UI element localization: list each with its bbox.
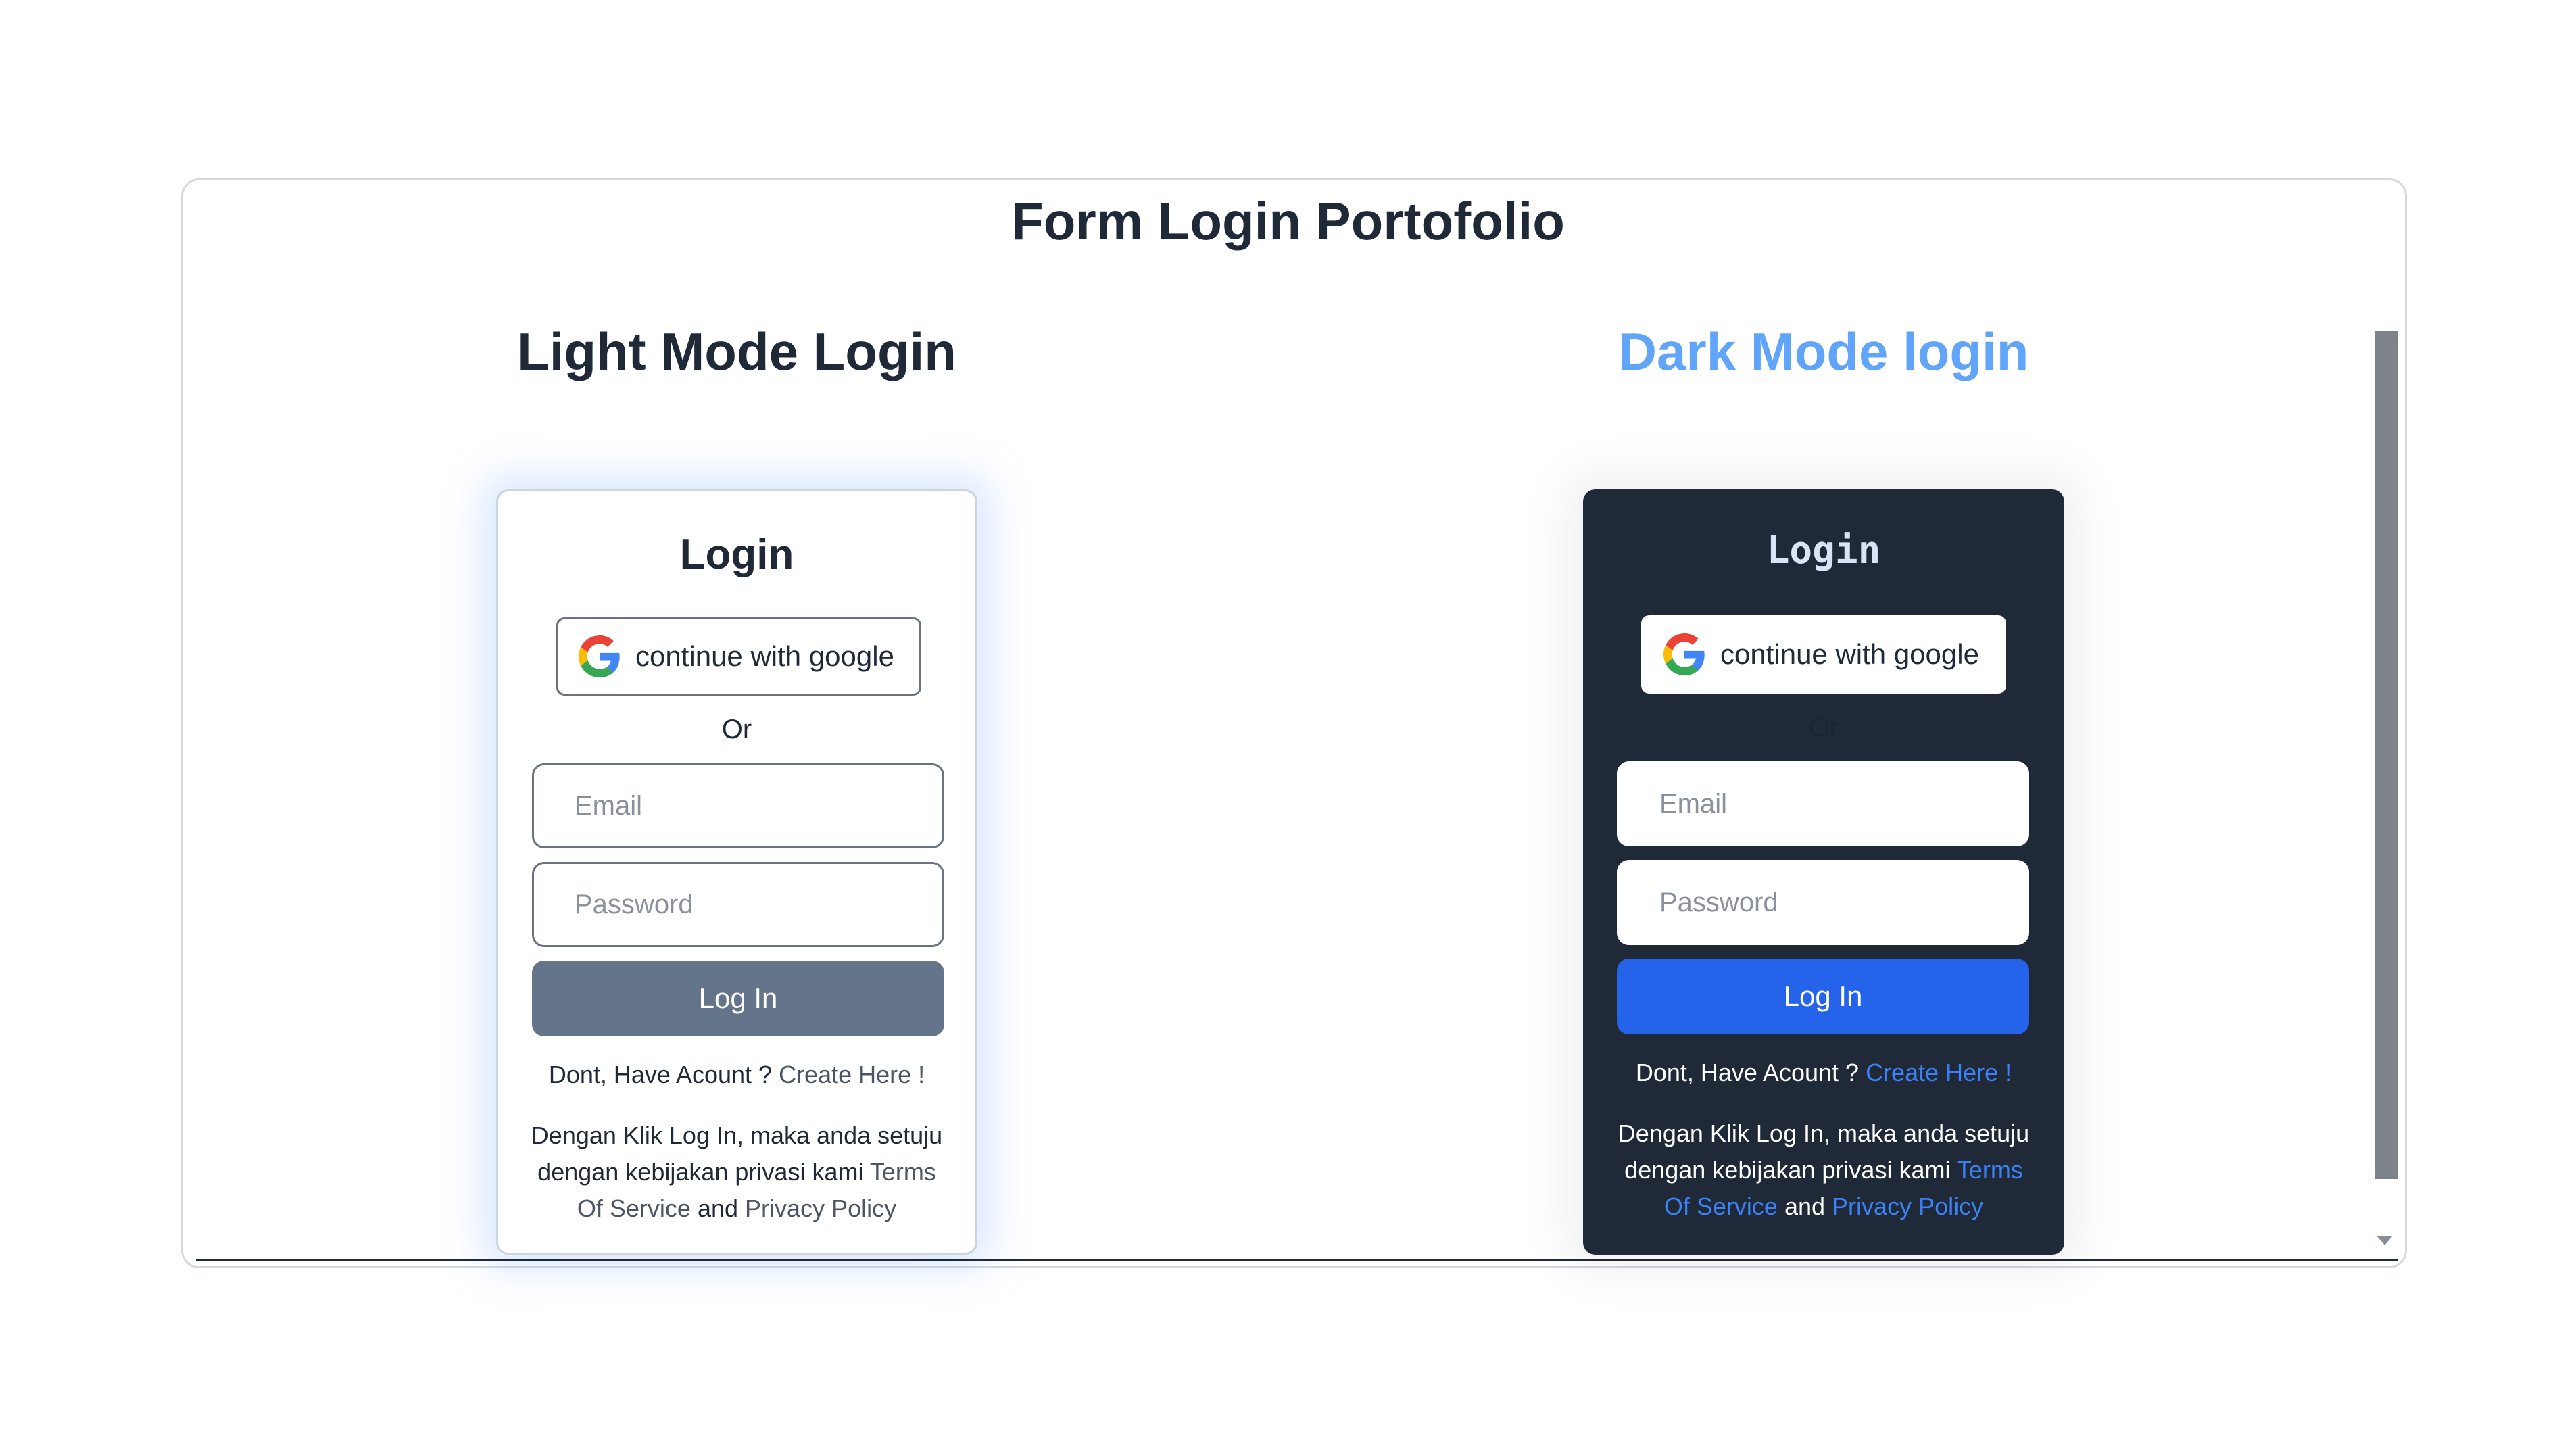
terms-notice: Dengan Klik Log In, maka anda setuju den… — [1610, 1115, 2037, 1225]
google-icon — [1663, 633, 1705, 675]
google-login-button[interactable]: continue with google — [1641, 615, 2006, 694]
login-button[interactable]: Log In — [1617, 959, 2029, 1034]
signup-prefix: Dont, Have Acount ? — [548, 1061, 773, 1088]
terms-and: and — [697, 1194, 739, 1222]
signup-line: Dont, Have Acount ? Create Here ! — [1583, 1059, 2064, 1087]
login-card-title: Login — [1766, 529, 1881, 573]
google-icon — [579, 635, 620, 677]
password-input[interactable] — [532, 862, 944, 947]
vertical-scrollbar[interactable] — [2375, 331, 2398, 1179]
dark-mode-heading: Dark Mode login — [1618, 322, 2029, 381]
or-divider: Or — [1808, 713, 1839, 742]
light-mode-heading: Light Mode Login — [517, 322, 956, 381]
light-login-card: Login continue with google Or Log In Don… — [496, 489, 977, 1255]
create-account-link[interactable]: Create Here ! — [1866, 1059, 2012, 1086]
email-input[interactable] — [1617, 761, 2029, 846]
page-title: Form Login Portofolio — [1011, 191, 1565, 251]
dark-login-card: Login continue with google Or Log In Don… — [1583, 489, 2064, 1255]
create-account-link[interactable]: Create Here ! — [779, 1061, 925, 1088]
scroll-down-arrow-icon[interactable] — [2377, 1236, 2393, 1245]
signup-prefix: Dont, Have Acount ? — [1635, 1059, 1860, 1086]
google-button-label: continue with google — [635, 640, 894, 672]
terms-and: and — [1784, 1192, 1826, 1220]
password-input[interactable] — [1617, 860, 2029, 945]
google-login-button[interactable]: continue with google — [556, 617, 921, 696]
or-divider: Or — [721, 715, 752, 744]
google-button-label: continue with google — [1720, 638, 1979, 670]
privacy-policy-link[interactable]: Privacy Policy — [1832, 1192, 1983, 1220]
privacy-policy-link[interactable]: Privacy Policy — [745, 1194, 896, 1222]
bottom-divider — [196, 1259, 2398, 1261]
login-card-title: Login — [679, 531, 794, 578]
signup-line: Dont, Have Acount ? Create Here ! — [498, 1061, 975, 1089]
login-button[interactable]: Log In — [532, 961, 944, 1036]
terms-notice: Dengan Klik Log In, maka anda setuju den… — [525, 1117, 948, 1227]
email-input[interactable] — [532, 763, 944, 848]
